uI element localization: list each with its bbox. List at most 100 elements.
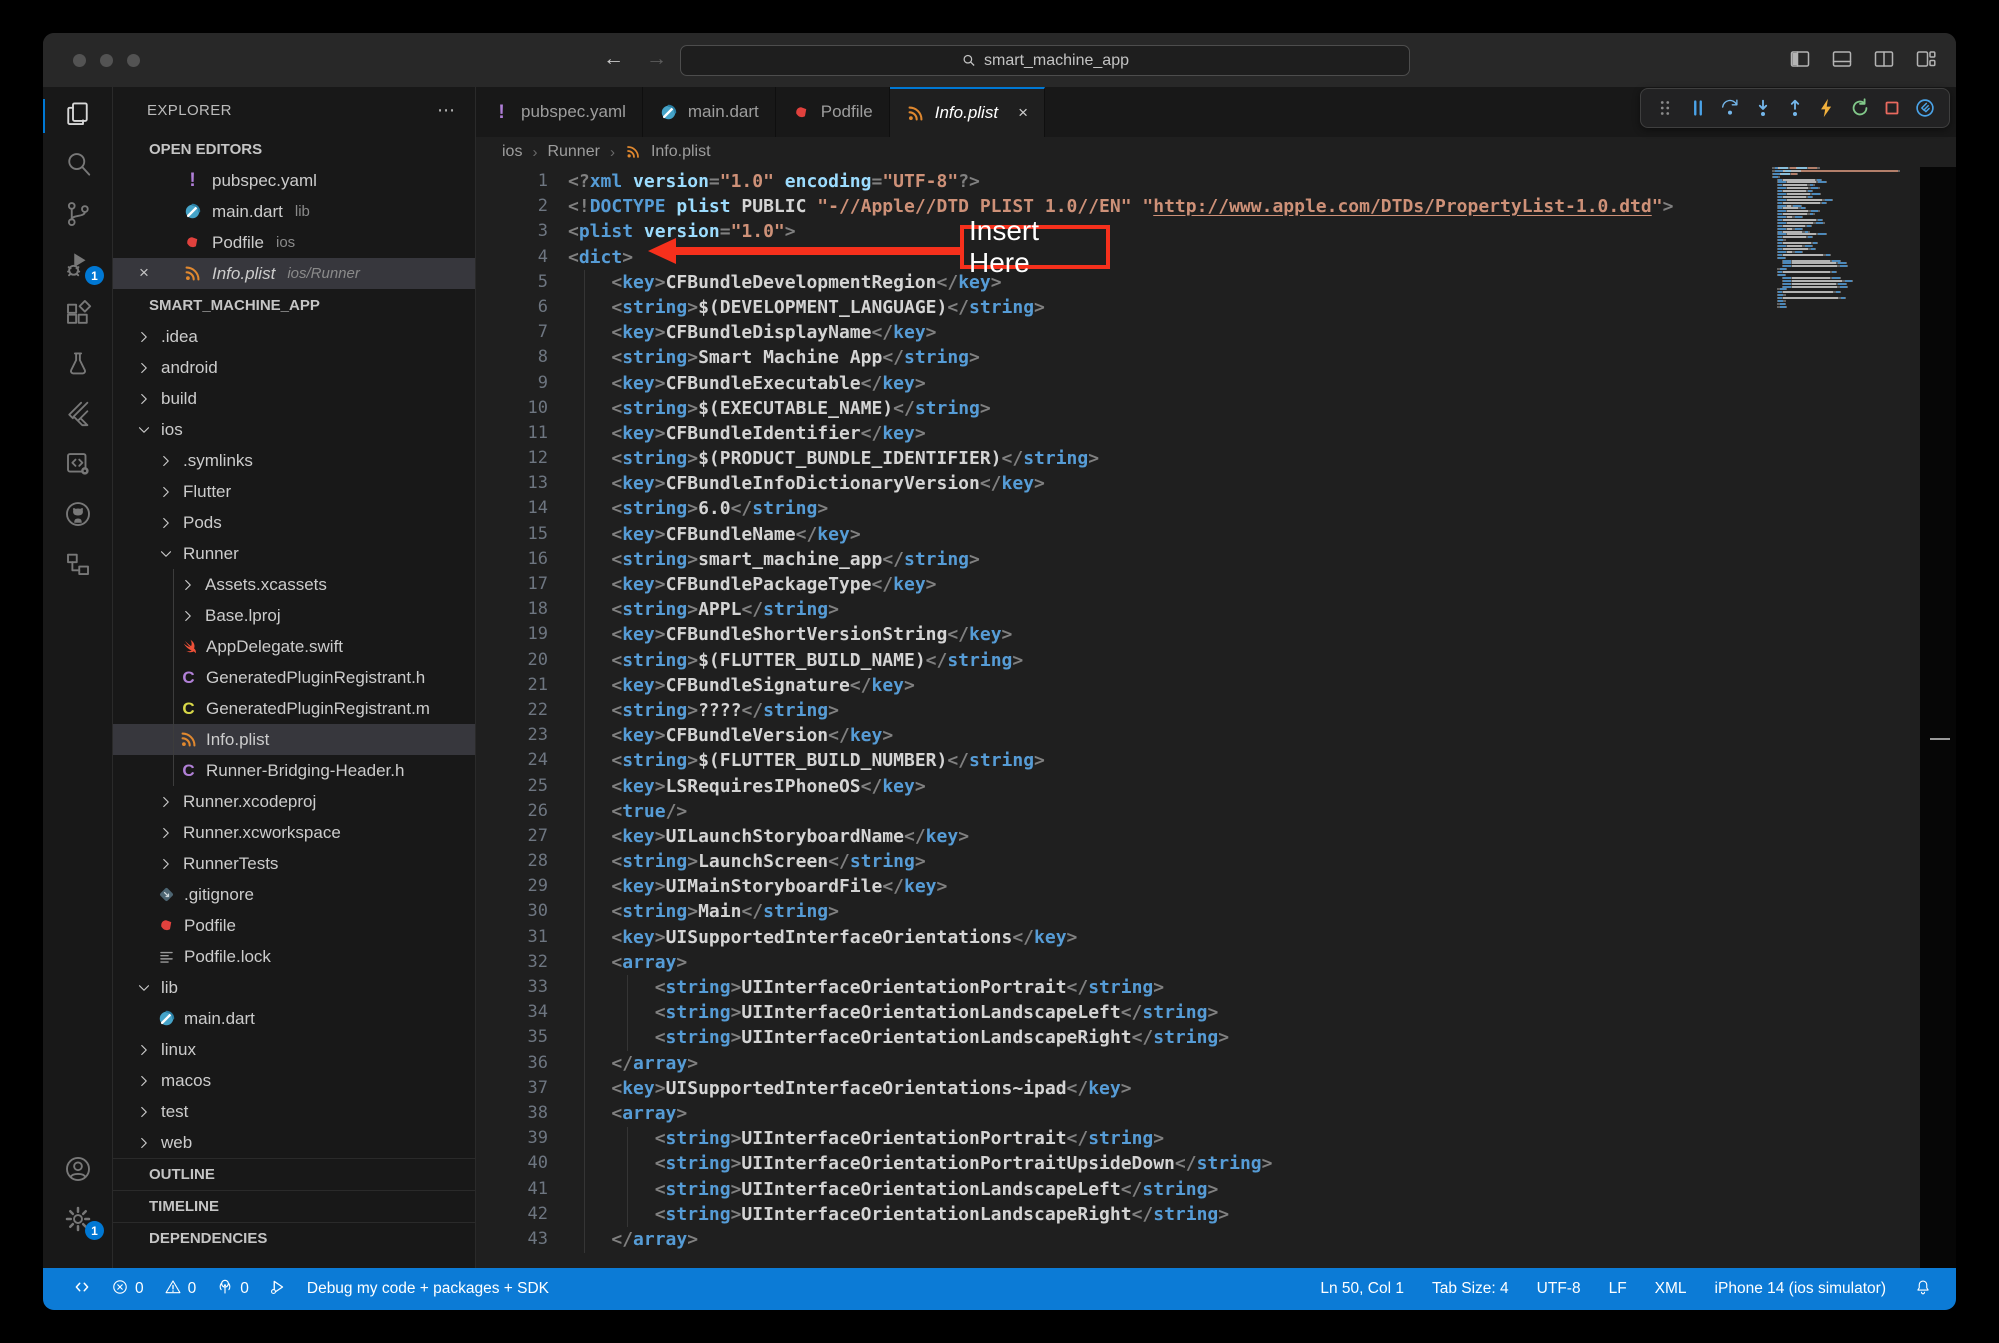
tree-item-podfile-lock[interactable]: Podfile.lock [113, 941, 475, 972]
status-error[interactable]: 0 [111, 1278, 144, 1301]
tree-item-test[interactable]: test [113, 1096, 475, 1127]
tree-item-runner-xcworkspace[interactable]: Runner.xcworkspace [113, 817, 475, 848]
tab-main-dart[interactable]: main.dart [643, 87, 776, 137]
code-line-10: 10 <string>$(EXECUTABLE_NAME)</string> [476, 396, 1772, 421]
project-header[interactable]: SMART_MACHINE_APP [113, 289, 475, 321]
activity-bar-item-github[interactable] [43, 491, 112, 541]
outline-header[interactable]: OUTLINE [113, 1158, 475, 1190]
hot-reload-icon[interactable] [1816, 97, 1838, 119]
tree-item--gitignore[interactable]: .gitignore [113, 879, 475, 910]
step-over-icon[interactable] [1719, 97, 1741, 119]
open-editor-podfile[interactable]: Podfileios [113, 227, 475, 258]
tab-info-plist[interactable]: Info.plist× [890, 87, 1045, 137]
tree-item-generatedpluginregistrant-m[interactable]: CGeneratedPluginRegistrant.m [113, 693, 475, 724]
tab-podfile[interactable]: Podfile [776, 87, 890, 137]
open-editor-pubspec-yaml[interactable]: !pubspec.yaml [113, 165, 475, 196]
status-lf[interactable]: LF [1609, 1280, 1627, 1298]
tree-item-lib[interactable]: lib [113, 972, 475, 1003]
status-bell[interactable] [1914, 1278, 1932, 1301]
activity-bar-item-extensions[interactable] [43, 291, 112, 341]
tree-item-podfile[interactable]: Podfile [113, 910, 475, 941]
activity-bar-item-flutter[interactable] [43, 391, 112, 441]
activity-bar-item-testing[interactable] [43, 341, 112, 391]
status-iphone-14-ios-simulator-[interactable]: iPhone 14 (ios simulator) [1715, 1280, 1886, 1298]
close-editor-button[interactable]: × [139, 263, 159, 283]
activity-bar-item-settings[interactable]: 1 [43, 1196, 112, 1246]
activity-bar-item-explorer[interactable] [43, 91, 112, 141]
tree-item-linux[interactable]: linux [113, 1034, 475, 1065]
history-back-button[interactable]: ← [603, 47, 624, 71]
tree-item-runner-bridging-header-h[interactable]: CRunner-Bridging-Header.h [113, 755, 475, 786]
tree-item-runner[interactable]: Runner [113, 538, 475, 569]
tree-item-main-dart[interactable]: main.dart [113, 1003, 475, 1034]
gripper-icon[interactable] [1654, 97, 1676, 119]
activity-bar-item-remote-explorer[interactable] [43, 541, 112, 591]
activity-bar-item-run-debug[interactable]: 1 [43, 241, 112, 291]
tab-pubspec-yaml[interactable]: !pubspec.yaml [476, 87, 643, 137]
dependencies-header[interactable]: DEPENDENCIES [113, 1222, 475, 1254]
breadcrumb-item[interactable]: ios [502, 143, 522, 161]
minimize-window-button[interactable] [100, 54, 113, 67]
tree-item-pods[interactable]: Pods [113, 507, 475, 538]
tree-item--symlinks[interactable]: .symlinks [113, 445, 475, 476]
minimap-line [1772, 254, 1920, 256]
status-debug-start[interactable] [269, 1278, 287, 1301]
open-editor-main-dart[interactable]: main.dartlib [113, 196, 475, 227]
close-window-button[interactable] [73, 54, 86, 67]
close-tab-button[interactable]: × [1018, 103, 1028, 123]
line-number: 41 [476, 1177, 568, 1202]
tree-item-base-lproj[interactable]: Base.lproj [113, 600, 475, 631]
step-out-icon[interactable] [1784, 97, 1806, 119]
stop-icon[interactable] [1881, 97, 1903, 119]
line-content: <string>smart_machine_app</string> [568, 547, 1772, 572]
minimap[interactable] [1772, 167, 1920, 309]
explorer-more-actions-button[interactable]: ⋯ [437, 100, 457, 121]
split-editor-icon[interactable] [1872, 47, 1896, 71]
tree-item-ios[interactable]: ios [113, 414, 475, 445]
tree-item-generatedpluginregistrant-h[interactable]: CGeneratedPluginRegistrant.h [113, 662, 475, 693]
code-editor[interactable]: 1<?xml version="1.0" encoding="UTF-8"?>2… [476, 167, 1956, 1268]
timeline-header[interactable]: TIMELINE [113, 1190, 475, 1222]
activity-bar-item-source-control[interactable] [43, 191, 112, 241]
command-center-search[interactable]: smart_machine_app [680, 45, 1410, 76]
scrollbar-track[interactable] [1920, 167, 1956, 1268]
toggle-sidebar-icon[interactable] [1788, 47, 1812, 71]
toggle-panel-icon[interactable] [1830, 47, 1854, 71]
tree-item--idea[interactable]: .idea [113, 321, 475, 352]
activity-bar-item-accounts[interactable] [43, 1146, 112, 1196]
pause-icon[interactable] [1687, 97, 1709, 119]
tree-item-web[interactable]: web [113, 1127, 475, 1158]
restart-icon[interactable] [1849, 97, 1871, 119]
tree-item-android[interactable]: android [113, 352, 475, 383]
status-utf-8[interactable]: UTF-8 [1537, 1280, 1581, 1298]
open-editor-info-plist[interactable]: ×Info.plistios/Runner [113, 258, 475, 289]
status-debug-my-code-packages-s[interactable]: Debug my code + packages + SDK [307, 1280, 549, 1298]
tree-item-build[interactable]: build [113, 383, 475, 414]
tree-item-flutter[interactable]: Flutter [113, 476, 475, 507]
step-into-icon[interactable] [1752, 97, 1774, 119]
history-forward-button[interactable]: → [646, 47, 667, 71]
status-tab-size-4[interactable]: Tab Size: 4 [1432, 1280, 1509, 1298]
status-ln-50-col-1[interactable]: Ln 50, Col 1 [1320, 1280, 1404, 1298]
tree-item-runnertests[interactable]: RunnerTests [113, 848, 475, 879]
status-warning[interactable]: 0 [164, 1278, 197, 1301]
activity-bar-item-devtools[interactable] [43, 441, 112, 491]
tree-item-macos[interactable]: macos [113, 1065, 475, 1096]
tree-item-appdelegate-swift[interactable]: AppDelegate.swift [113, 631, 475, 662]
tree-item-assets-xcassets[interactable]: Assets.xcassets [113, 569, 475, 600]
tree-item-info-plist[interactable]: Info.plist [113, 724, 475, 755]
status-ports[interactable]: 0 [216, 1278, 249, 1301]
traffic-lights[interactable] [73, 54, 140, 67]
inspector-icon[interactable] [1914, 97, 1936, 119]
status-xml[interactable]: XML [1655, 1280, 1687, 1298]
breadcrumb-item[interactable]: Runner [547, 143, 599, 161]
breadcrumb-item[interactable]: Info.plist [651, 143, 711, 161]
status-text: Tab Size: 4 [1432, 1280, 1509, 1298]
tree-item-runner-xcodeproj[interactable]: Runner.xcodeproj [113, 786, 475, 817]
status-remote[interactable] [73, 1278, 91, 1301]
files-icon [63, 99, 93, 134]
zoom-window-button[interactable] [127, 54, 140, 67]
open-editors-header[interactable]: OPEN EDITORS [113, 133, 475, 165]
activity-bar-item-search[interactable] [43, 141, 112, 191]
customize-layout-icon[interactable] [1914, 47, 1938, 71]
